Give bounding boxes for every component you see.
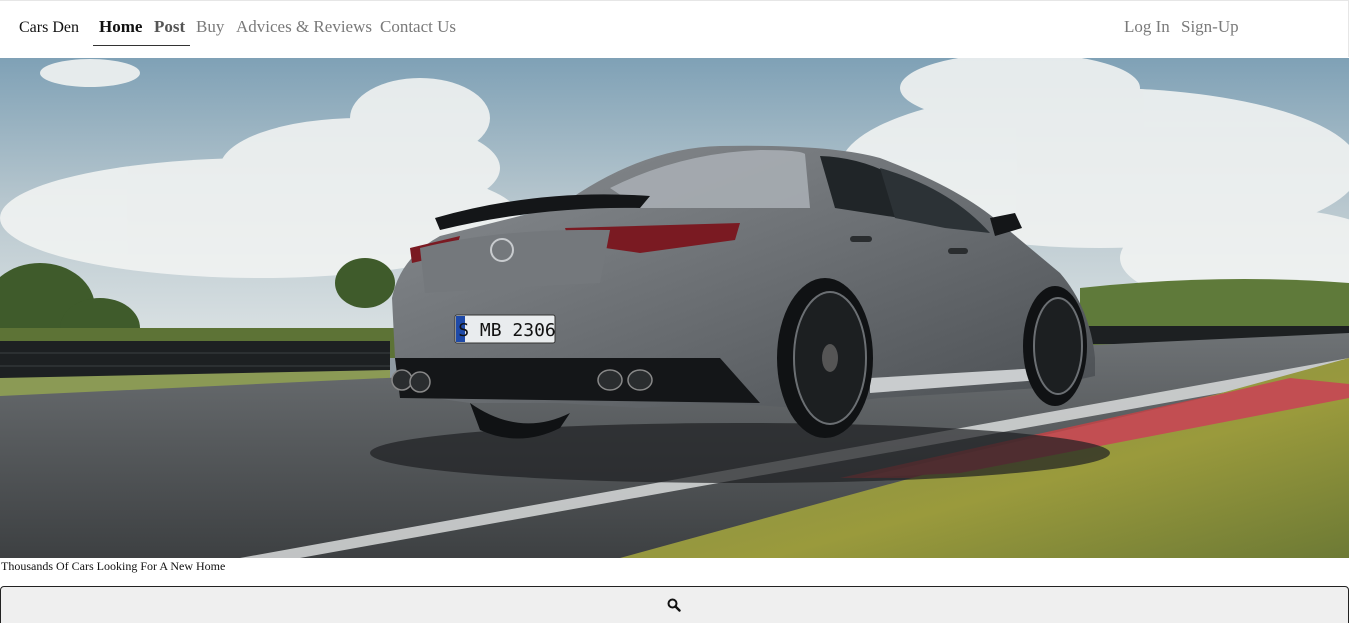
- page: Cars Den Home Post Buy Advices & Reviews…: [0, 0, 1351, 623]
- license-plate-text: S MB 2306: [458, 320, 556, 341]
- nav-contact-link[interactable]: Contact Us: [380, 17, 456, 37]
- brand-logo-link[interactable]: Cars Den: [19, 19, 79, 37]
- hero-car-image: S MB 2306: [0, 58, 1349, 558]
- nav-post-link[interactable]: Post: [154, 17, 185, 37]
- nav-advices-reviews-link[interactable]: Advices & Reviews: [236, 17, 372, 37]
- hero-caption: Thousands Of Cars Looking For A New Home: [1, 559, 226, 573]
- nav-buy-link[interactable]: Buy: [196, 17, 224, 37]
- active-nav-underline: [93, 45, 190, 46]
- search-icon: [667, 598, 681, 612]
- search-button[interactable]: [0, 586, 1349, 623]
- login-link[interactable]: Log In: [1124, 17, 1170, 37]
- top-navbar: Cars Den Home Post Buy Advices & Reviews…: [0, 0, 1349, 57]
- signup-link[interactable]: Sign-Up: [1181, 17, 1239, 37]
- nav-home-link[interactable]: Home: [99, 17, 142, 37]
